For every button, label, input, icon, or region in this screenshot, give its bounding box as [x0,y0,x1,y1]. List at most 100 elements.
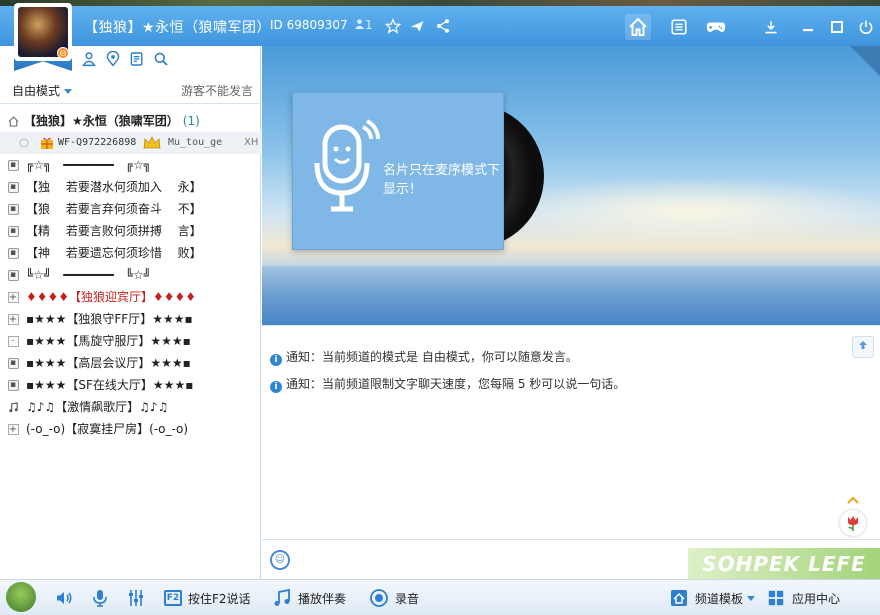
mode-label: 自由模式 [12,84,61,98]
chevron-down-icon [64,89,73,94]
channel-item[interactable]: · ▪★★★【馬旋守服厅】★★★▪ [0,330,261,352]
notes-icon[interactable] [128,50,146,68]
lock-icon: ▪ [7,203,19,215]
list-button[interactable] [666,14,692,40]
power-button[interactable] [853,14,879,40]
record-label: 录音 [395,591,420,606]
channel-item-label: ╚☆╝ ━━━━━━━ ╚☆╝ [26,268,151,282]
channel-item-label: (-o_-o)【寂寞挂尸房】(-o_-o) [26,422,189,436]
gamepad-icon [706,22,726,33]
microphone-button[interactable] [90,588,116,608]
chevron-down-icon [747,595,756,601]
dot-icon: · [7,335,19,347]
lock-icon: ▪ [7,225,19,237]
channel-item-label: ▪★★★【SF在线大厅】★★★▪ [26,378,194,392]
download-icon [765,21,777,34]
channel-item[interactable]: ▪ ╔☆╗ ━━━━━━━ ╔☆╗ [0,154,261,176]
home-icon [629,17,647,36]
game-button[interactable] [703,14,729,40]
chevron-up-icon[interactable] [846,494,860,508]
template-home-icon [669,588,689,608]
location-icon[interactable] [104,50,122,68]
speaker-button[interactable] [54,588,80,608]
channel-item[interactable]: ▪ 【神 若要遗忘何须珍惜 败】 [0,242,261,264]
channel-item[interactable]: ▪ ▪★★★【高层会议厅】★★★▪ [0,352,261,374]
channel-item-label: 【狼 若要言弃何须奋斗 不】 [26,202,202,216]
minimize-icon [803,29,813,32]
root-channel-count: (1) [182,114,200,128]
online-count-value: 1 [365,18,373,32]
home-button[interactable] [625,14,651,40]
minimize-button[interactable] [795,14,821,40]
share-icon[interactable] [432,15,454,37]
members-icon[interactable] [80,50,98,68]
title-bar: 【独狼】★永恒（狼啸军团） ID 69809307 1 [0,6,880,46]
channel-item[interactable]: + (-o_-o)【寂寞挂尸房】(-o_-o) [0,418,261,440]
lock-icon: ▪ [7,357,19,369]
lock-icon: ▪ [7,181,19,193]
tree-avatar-icon[interactable] [6,582,36,612]
emoji-icon[interactable]: ☺ [270,550,290,570]
user-row[interactable]: WF-Q972226898 Mu_tou_ge XH [0,132,261,154]
channel-item[interactable]: ▪ ╚☆╝ ━━━━━━━ ╚☆╝ [0,264,261,286]
channel-template-button[interactable]: 频道模板 [669,588,756,608]
user-tag: XH [244,137,259,148]
channel-item-label: 【神 若要遗忘何须珍惜 败】 [26,246,202,260]
list-icon [671,19,687,35]
mic-icon [90,588,110,608]
notice-text: 通知：当前频道限制文字聊天速度，您每隔 5 秒可以说一句话。 [286,377,626,391]
channel-list: 【独狼】★永恒（狼啸军团） (1) WF-Q972226898 Mu_tou_ge… [0,110,261,440]
mode-select[interactable]: 自由模式 [12,82,73,99]
flower-button[interactable] [840,510,866,536]
lock-icon: ▪ [7,269,19,281]
plane-icon[interactable] [406,15,428,37]
mode-row: 自由模式 游客不能发言 [0,78,261,104]
home-small-icon [7,115,19,127]
push-to-talk-label: 按住F2说话 [188,591,251,606]
music-note-icon [7,401,19,413]
search-icon[interactable] [152,50,170,68]
info-icon: i [270,381,282,393]
channel-template-label: 频道模板 [695,591,744,606]
push-to-talk-button[interactable]: F2 按住F2说话 [164,588,251,608]
user-nick: Mu_tou_ge [168,137,223,148]
lock-icon: ▪ [7,247,19,259]
power-icon [859,20,873,34]
channel-item[interactable]: ▪ 【狼 若要言弃何须奋斗 不】 [0,198,261,220]
maximize-button[interactable] [824,14,850,40]
app-center-button[interactable]: 应用中心 [766,588,840,608]
expand-plus-icon[interactable]: + [7,313,19,325]
channel-item-label: 【独 若要潜水何须加入 永】 [26,180,202,194]
channel-item-label: ♦♦♦♦【独狼迎宾厅】♦♦♦♦ [26,290,197,304]
channel-item[interactable]: + ♦♦♦♦【独狼迎宾厅】♦♦♦♦ [0,286,261,308]
favorite-star-icon[interactable] [382,15,404,37]
channel-item[interactable]: ▪ ▪★★★【SF在线大厅】★★★▪ [0,374,261,396]
channel-item[interactable]: ▪ 【精 若要言败何须拼搏 言】 [0,220,261,242]
record-button[interactable]: 录音 [369,588,419,608]
channel-item[interactable]: ▪ 【独 若要潜水何须加入 永】 [0,176,261,198]
main-area: 名片只在麦序模式下显示！ i 通知：当前频道的模式是 自由模式，你可以随意发言。 … [262,46,880,580]
corner-toggle-button[interactable] [850,46,880,76]
guest-note: 游客不能发言 [180,84,253,98]
lock-icon: ▪ [7,379,19,391]
scroll-up-button[interactable] [852,336,874,358]
root-channel-label: 【独狼】★永恒（狼啸军团） (1) [24,110,200,132]
bottom-toolbar: F2 按住F2说话 播放伴奏 录音 频道模板 应用中心 [0,579,880,615]
channel-item[interactable]: ♫♪♫【激情飙歌厅】♫♪♫ [0,396,261,418]
expand-plus-icon[interactable]: + [7,291,19,303]
download-button[interactable] [758,14,784,40]
online-count: 1 [354,18,373,32]
notice-text: 通知：当前频道的模式是 自由模式，你可以随意发言。 [286,350,578,364]
mixer-button[interactable] [126,588,152,608]
watermark-logo: SOHPEK LEFE [688,548,880,580]
message-input[interactable]: ☺ SOHPEK LEFE [262,539,880,580]
user-id: WF-Q972226898 [58,137,137,148]
play-accompaniment-button[interactable]: 播放伴奏 [272,588,346,608]
channel-id: ID 69809307 [270,18,348,32]
channel-avatar[interactable]: ⊖ [14,3,72,71]
channel-item[interactable]: + ▪★★★【独狼守FF厅】★★★▪ [0,308,261,330]
expand-plus-icon[interactable]: + [7,423,19,435]
channel-tools [80,50,170,74]
root-channel[interactable]: 【独狼】★永恒（狼啸军团） (1) [0,110,261,132]
profile-card: 名片只在麦序模式下显示！ [292,92,504,250]
